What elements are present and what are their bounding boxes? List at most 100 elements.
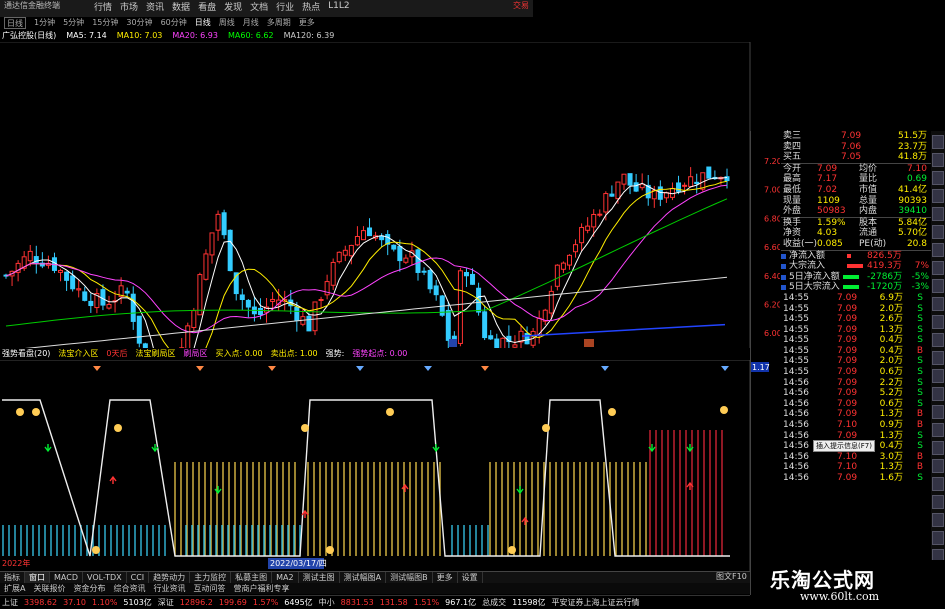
toolbar-icon[interactable] (932, 315, 944, 329)
quote-value: 7.06 (841, 141, 862, 152)
toolbar-icon[interactable] (932, 207, 944, 221)
menu-item[interactable]: 行业 (276, 0, 294, 13)
extension-tab[interactable]: 行业资讯 (149, 583, 189, 594)
indicator-legend-item: 卖出点: 1.00 (270, 349, 318, 358)
period-tab[interactable]: 60分钟 (161, 17, 187, 29)
buy-hand-icon[interactable] (16, 408, 24, 416)
candle-body (494, 338, 500, 348)
toolbar-icon[interactable] (932, 261, 944, 275)
signal-diamond-icon[interactable] (93, 366, 101, 371)
candle-body (597, 213, 603, 216)
buy-hand-icon[interactable] (608, 408, 616, 416)
candle-body (270, 298, 276, 302)
menu-item[interactable]: 资讯 (146, 0, 164, 13)
buy-hand-icon[interactable] (542, 424, 550, 432)
event-marker[interactable] (584, 339, 594, 347)
extension-tab[interactable]: 扩展A (0, 583, 29, 594)
period-tab[interactable]: 30分钟 (126, 17, 152, 29)
period-tab[interactable]: 5分钟 (63, 17, 84, 29)
period-tab[interactable]: 更多 (299, 17, 315, 29)
toolbar-icon[interactable] (932, 405, 944, 419)
extension-tab[interactable]: 互动问答 (189, 583, 229, 594)
toolbar-icon[interactable] (932, 477, 944, 491)
menu-item[interactable]: 行情 (94, 0, 112, 13)
menu-item[interactable]: L1L2 (328, 1, 349, 11)
toolbar-icon[interactable] (932, 189, 944, 203)
menu-item[interactable]: 文档 (250, 0, 268, 13)
toolbar-icon[interactable] (932, 243, 944, 257)
signal-diamond-icon[interactable] (721, 366, 729, 371)
app-title: 通达信金融终端 (4, 1, 60, 10)
toolbar-icon[interactable] (932, 333, 944, 347)
signal-diamond-icon[interactable] (481, 366, 489, 371)
toolbar-icon[interactable] (932, 171, 944, 185)
extension-tab[interactable]: 营商户福利专享 (229, 583, 293, 594)
extension-tab[interactable]: 关联报价 (29, 583, 69, 594)
period-tab[interactable]: 多周期 (267, 17, 291, 29)
sell-hand-icon[interactable] (508, 546, 516, 554)
menu-item[interactable]: 看盘 (198, 0, 216, 13)
buy-hand-icon[interactable] (114, 424, 122, 432)
candle-body (348, 244, 354, 257)
sell-hand-icon[interactable] (92, 546, 100, 554)
signal-diamond-icon[interactable] (268, 366, 276, 371)
menu-item[interactable]: 热点 (302, 0, 320, 13)
period-tab[interactable]: 1分钟 (34, 17, 55, 29)
buy-hand-icon[interactable] (386, 408, 394, 416)
candle-body (688, 176, 694, 187)
menu-item[interactable]: 市场 (120, 0, 138, 13)
toolbar-icon[interactable] (932, 279, 944, 293)
toolbar-icon[interactable] (932, 513, 944, 527)
tick-side: S (917, 303, 923, 314)
toolbar-icon[interactable] (932, 135, 944, 149)
menu-item[interactable]: 发现 (224, 0, 242, 13)
toolbar-icon[interactable] (932, 387, 944, 401)
price-axis-label: 6.80 (764, 214, 780, 223)
extension-tab[interactable]: 资金分布 (69, 583, 109, 594)
menu-item[interactable]: 数据 (172, 0, 190, 13)
toolbar-icon[interactable] (932, 297, 944, 311)
toolbar-icon[interactable] (932, 369, 944, 383)
kline-chart[interactable]: 7.207.006.806.606.406.206.005.805.605.40… (0, 42, 780, 348)
toolbar-icon[interactable] (932, 441, 944, 455)
candle-body (639, 183, 645, 189)
buy-hand-icon[interactable] (720, 406, 728, 414)
candle-body (336, 251, 342, 263)
buy-hand-icon[interactable] (32, 408, 40, 416)
toolbar-icon[interactable] (932, 531, 944, 545)
event-marker[interactable] (449, 339, 457, 347)
tick-side: S (917, 335, 923, 346)
price-axis-label: 6.00 (764, 329, 780, 338)
quote-row: 最低 7.02 市值 41.4亿 (781, 185, 931, 196)
sell-hand-icon[interactable] (326, 546, 334, 554)
signal-diamond-icon[interactable] (424, 366, 432, 371)
tick-price: 7.09 (837, 409, 858, 420)
candle-body (566, 254, 572, 266)
toolbar-icon[interactable] (932, 423, 944, 437)
status-item: 上证 (2, 598, 18, 607)
signal-diamond-icon[interactable] (356, 366, 364, 371)
toolbar-icon[interactable] (932, 351, 944, 365)
toolbar-icon[interactable] (932, 495, 944, 509)
extension-tab[interactable]: 综合资讯 (109, 583, 149, 594)
candle-body (203, 253, 209, 280)
period-tab[interactable]: 日线 (195, 17, 211, 29)
toolbar-icon[interactable] (932, 225, 944, 239)
tick-price: 7.09 (837, 303, 858, 314)
period-tab[interactable]: 周线 (219, 17, 235, 29)
period-tab[interactable]: 15分钟 (92, 17, 118, 29)
indicator-name[interactable]: 强势看盘(20) (2, 348, 50, 360)
signal-diamond-icon[interactable] (601, 366, 609, 371)
tick-volume: 1.3万 (879, 409, 903, 420)
period-tab[interactable]: 日线 (4, 17, 26, 29)
toolbar-icon[interactable] (932, 459, 944, 473)
buy-hand-icon[interactable] (301, 424, 309, 432)
ma5-line (5, 177, 728, 348)
stock-name[interactable]: 广弘控股(日线) (2, 30, 56, 42)
toolbar-icon[interactable] (932, 153, 944, 167)
tick-price: 7.09 (837, 345, 858, 356)
indicator-chart[interactable]: 1.17 2022年 2022/03/17/四 (0, 360, 780, 571)
f10-label[interactable]: 图文F10 (716, 571, 747, 583)
signal-diamond-icon[interactable] (196, 366, 204, 371)
period-tab[interactable]: 月线 (243, 17, 259, 29)
